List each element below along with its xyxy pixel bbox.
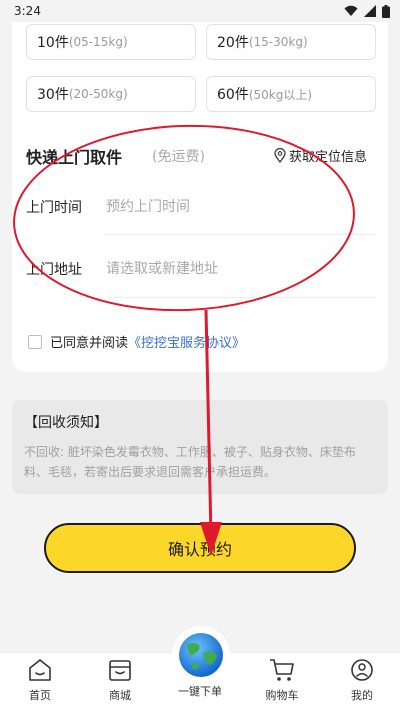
status-time: 3:24 [14, 4, 41, 18]
notice-text: 不回收: 脏坏染色发霉衣物、工作服、被子、贴身衣物、床垫布料、毛毯，若寄出后要求… [24, 445, 356, 479]
weight-option-30[interactable]: 30件 (20-50kg) [26, 76, 196, 112]
recycle-notice: 【回收须知】 不回收: 脏坏染色发霉衣物、工作服、被子、贴身衣物、床垫布料、毛毯… [12, 400, 388, 494]
confirm-booking-button[interactable]: 确认预约 [44, 523, 356, 573]
weight-range: (05-15kg) [68, 35, 128, 49]
weight-count: 10件 [37, 35, 69, 51]
tab-label: 商城 [109, 689, 131, 702]
status-bar: 3:24 [0, 0, 400, 22]
pickup-address-input[interactable] [106, 257, 376, 281]
tab-home[interactable]: 首页 [12, 657, 68, 703]
pickup-time-label: 上门时间 [26, 200, 82, 216]
weight-option-60[interactable]: 60件 (50kg以上) [206, 76, 376, 112]
weight-count: 60件 [217, 87, 249, 103]
tab-label: 首页 [29, 689, 51, 702]
weight-count: 30件 [37, 87, 69, 103]
home-icon [29, 659, 51, 681]
user-icon [351, 659, 373, 681]
get-location-label: 获取定位信息 [289, 150, 368, 165]
quick-order-globe[interactable] [172, 626, 230, 684]
tab-cart[interactable]: 购物车 [254, 657, 310, 703]
battery-icon [382, 4, 390, 18]
tab-shop[interactable]: 商城 [92, 657, 148, 703]
weight-range: (50kg以上) [248, 87, 313, 102]
signal-icon [364, 5, 376, 17]
pickup-time-input[interactable] [106, 195, 376, 219]
agreement-checkbox[interactable] [28, 334, 42, 349]
shop-icon [109, 660, 131, 681]
weight-range: (15-30kg) [248, 35, 308, 49]
notice-title: 【回收须知】 [24, 415, 108, 431]
get-location-button[interactable]: 获取定位信息 [274, 146, 367, 165]
tab-label: 一键下单 [178, 685, 222, 698]
weight-count: 20件 [217, 35, 249, 51]
weight-option-10[interactable]: 10件 (05-15kg) [26, 24, 196, 60]
pickup-title: 快递上门取件 [26, 148, 123, 167]
pickup-address-label: 上门地址 [26, 262, 82, 278]
location-pin-icon [274, 148, 286, 163]
globe-icon [179, 633, 223, 677]
tab-label: 购物车 [265, 689, 299, 702]
tab-mine[interactable]: 我的 [334, 657, 390, 703]
divider [106, 297, 376, 298]
agreement-text: 已同意并阅读 [50, 336, 129, 351]
pickup-subtitle: (免运费) [152, 149, 205, 165]
agreement-row: 已同意并阅读《挖挖宝服务协议》 [28, 332, 245, 351]
weight-option-20[interactable]: 20件 (15-30kg) [206, 24, 376, 60]
cart-icon [270, 659, 294, 681]
tab-quick-order[interactable]: 一键下单 [172, 683, 228, 699]
agreement-link[interactable]: 《挖挖宝服务协议》 [128, 336, 245, 351]
weight-range: (20-50kg) [68, 87, 128, 101]
tab-label: 我的 [351, 689, 373, 702]
divider [106, 234, 376, 235]
wifi-icon [344, 5, 358, 16]
status-icons [344, 4, 390, 18]
